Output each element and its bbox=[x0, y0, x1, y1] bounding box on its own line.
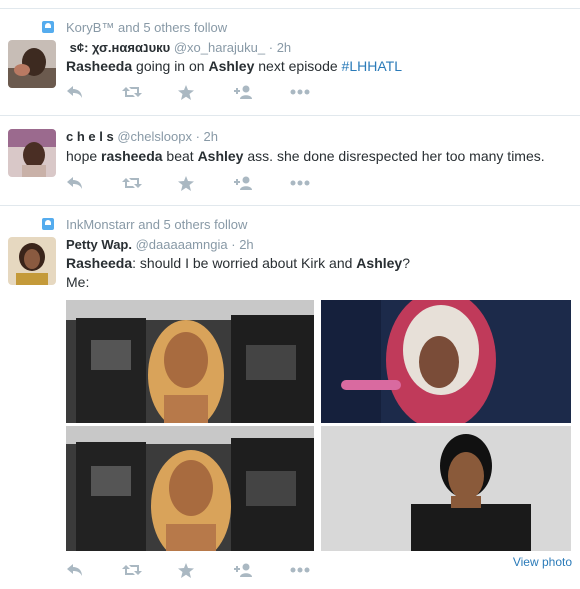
retweet-button[interactable] bbox=[122, 562, 178, 578]
avatar[interactable] bbox=[8, 40, 56, 88]
screen-name[interactable]: @daaaaamngia bbox=[136, 237, 228, 252]
timestamp[interactable]: 2h bbox=[277, 40, 291, 55]
keyword: Rasheeda bbox=[66, 58, 133, 74]
display-name[interactable]: Petty Wap. bbox=[66, 237, 132, 252]
favorite-button[interactable] bbox=[178, 562, 234, 578]
follow-icon bbox=[234, 176, 252, 190]
screen-name[interactable]: @xo_harajuku_ bbox=[174, 40, 265, 55]
retweet-icon bbox=[122, 87, 142, 97]
tweet-actions bbox=[66, 175, 346, 191]
retweet-button[interactable] bbox=[122, 175, 178, 191]
social-context[interactable]: KoryB™ and 5 others follow bbox=[42, 19, 228, 35]
tweet-header: c h e l s @chelsloopx · 2h bbox=[66, 129, 219, 144]
favorite-button[interactable] bbox=[178, 175, 234, 191]
display-name[interactable]: ​ s¢: χσ.нαяαנυкυ bbox=[66, 40, 170, 55]
more-button[interactable] bbox=[290, 175, 346, 191]
more-icon bbox=[290, 180, 310, 186]
social-context[interactable]: InkMonstarr and 5 others follow bbox=[42, 216, 248, 232]
timestamp[interactable]: 2h bbox=[204, 129, 218, 144]
tweet-3[interactable]: InkMonstarr and 5 others follow Petty Wa… bbox=[0, 205, 580, 588]
avatar[interactable] bbox=[8, 129, 56, 177]
avatar[interactable] bbox=[8, 237, 56, 285]
keyword: Rasheeda bbox=[66, 255, 133, 271]
social-context-text: InkMonstarr and 5 others follow bbox=[66, 216, 248, 232]
reply-button[interactable] bbox=[66, 175, 122, 191]
photo-3[interactable] bbox=[321, 300, 571, 423]
follow-button[interactable] bbox=[234, 562, 290, 578]
follow-icon bbox=[234, 85, 252, 99]
text-segment: ass. she done disrespected her too many … bbox=[243, 148, 545, 164]
tweet-1[interactable]: KoryB™ and 5 others follow ​ s¢: χσ.нαяα… bbox=[0, 8, 580, 116]
reply-icon bbox=[67, 564, 82, 576]
tweet-actions bbox=[66, 562, 346, 578]
photo-1[interactable] bbox=[66, 300, 314, 423]
hashtag-link[interactable]: #LHHATL bbox=[342, 58, 402, 74]
follow-badge-icon bbox=[42, 218, 54, 230]
tweet-header: ​ s¢: χσ.нαяαנυкυ @xo_harajuku_ · 2h bbox=[66, 40, 292, 55]
text-segment: ? bbox=[402, 255, 411, 271]
retweet-icon bbox=[122, 565, 142, 575]
more-icon bbox=[290, 567, 310, 573]
more-icon bbox=[290, 89, 310, 95]
text-segment: : should I be worried about Kirk and bbox=[132, 255, 357, 271]
keyword: Ashley bbox=[208, 58, 255, 74]
reply-button[interactable] bbox=[66, 84, 122, 100]
tweet-text: Rasheeda: should I be worried about Kirk… bbox=[66, 254, 410, 292]
text-segment: next episode bbox=[254, 58, 342, 74]
text-segment: going in on bbox=[132, 58, 209, 74]
photo-4[interactable] bbox=[321, 426, 571, 551]
keyword: Ashley bbox=[197, 148, 244, 164]
retweet-icon bbox=[122, 178, 142, 188]
reply-icon bbox=[67, 86, 82, 98]
display-name[interactable]: c h e l s bbox=[66, 129, 114, 144]
retweet-button[interactable] bbox=[122, 84, 178, 100]
tweet-2[interactable]: c h e l s @chelsloopx · 2h hope rasheeda… bbox=[0, 115, 580, 206]
tweet-header: Petty Wap. @daaaaamngia · 2h bbox=[66, 237, 254, 252]
social-context-text: KoryB™ and 5 others follow bbox=[66, 19, 228, 35]
tweet-text: Rasheeda going in on Ashley next episode… bbox=[66, 57, 402, 76]
photo-grid[interactable] bbox=[66, 300, 571, 551]
favorite-icon bbox=[178, 562, 194, 578]
tweet-actions bbox=[66, 84, 346, 100]
text-segment: Me: bbox=[66, 274, 90, 290]
timestamp[interactable]: 2h bbox=[239, 237, 253, 252]
follow-button[interactable] bbox=[234, 84, 290, 100]
more-button[interactable] bbox=[290, 84, 346, 100]
reply-icon bbox=[67, 177, 82, 189]
keyword: Ashley bbox=[356, 255, 403, 271]
photo-2[interactable] bbox=[66, 426, 314, 551]
tweet-text: hope rasheeda beat Ashley ass. she done … bbox=[66, 147, 545, 166]
favorite-button[interactable] bbox=[178, 84, 234, 100]
more-button[interactable] bbox=[290, 562, 346, 578]
view-photo-link[interactable]: View photo bbox=[513, 555, 572, 569]
text-segment: hope bbox=[66, 148, 102, 164]
screen-name[interactable]: @chelsloopx bbox=[117, 129, 192, 144]
keyword: rasheeda bbox=[101, 148, 163, 164]
follow-icon bbox=[234, 563, 252, 577]
favorite-icon bbox=[178, 84, 194, 100]
reply-button[interactable] bbox=[66, 562, 122, 578]
follow-button[interactable] bbox=[234, 175, 290, 191]
follow-badge-icon bbox=[42, 21, 54, 33]
text-segment: beat bbox=[162, 148, 198, 164]
favorite-icon bbox=[178, 175, 194, 191]
